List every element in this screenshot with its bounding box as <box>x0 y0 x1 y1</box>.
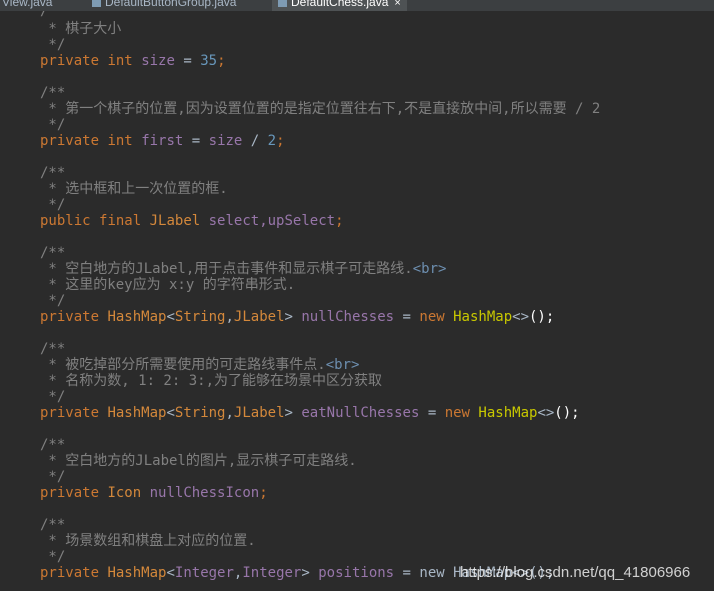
code-line: /** <box>40 85 66 101</box>
code-line: */ <box>40 389 66 405</box>
code-line: private HashMap<String,JLabel> nullChess… <box>40 309 555 325</box>
code-line: * 场景数组和棋盘上对应的位置. <box>40 533 256 549</box>
code-line: */ <box>40 469 66 485</box>
close-tab-icon[interactable]: × <box>394 0 400 9</box>
code-line: */ <box>40 197 66 213</box>
code-line: /** <box>40 165 66 181</box>
code-line: /** <box>40 11 66 19</box>
java-file-icon <box>278 0 287 7</box>
java-file-icon <box>92 0 101 7</box>
code-line: * 空白地方的JLabel,用于点击事件和显示棋子可走路线.<br> <box>40 261 447 277</box>
code-editor[interactable]: /** * 棋子大小 */ private int size = 35; /**… <box>0 11 714 591</box>
code-line: */ <box>40 293 66 309</box>
code-line: */ <box>40 549 66 565</box>
code-line: * 第一个棋子的位置,因为设置位置的是指定位置往右下,不是直接放中间,所以需要 … <box>40 101 601 117</box>
tab-view-java[interactable]: View.java <box>0 0 58 11</box>
code-line: private Icon nullChessIcon; <box>40 485 268 501</box>
code-line: * 这里的key应为 x:y 的字符串形式. <box>40 277 296 293</box>
tab-label: DefaultChess.java <box>291 0 389 9</box>
code-line: private HashMap<String,JLabel> eatNullCh… <box>40 405 580 421</box>
code-line: * 被吃掉部分所需要使用的可走路线事件点.<br> <box>40 357 360 373</box>
tab-label: View.java <box>2 0 53 9</box>
code-line: /** <box>40 245 66 261</box>
code-line: */ <box>40 117 66 133</box>
tab-default-chess[interactable]: DefaultChess.java × <box>272 0 407 11</box>
code-line: private int size = 35; <box>40 53 226 69</box>
editor-tab-bar: View.java DefaultButtonGroup.java Defaul… <box>0 0 714 11</box>
code-line: private int first = size / 2; <box>40 133 285 149</box>
code-line: */ <box>40 37 66 53</box>
code-line: /** <box>40 437 66 453</box>
code-line: /** <box>40 341 66 357</box>
code-line: * 空白地方的JLabel的图片,显示棋子可走路线. <box>40 453 357 469</box>
tab-default-button-group[interactable]: DefaultButtonGroup.java <box>86 0 242 11</box>
code-line: * 名称为数, 1: 2: 3:,为了能够在场景中区分获取 <box>40 373 383 389</box>
code-line: public final JLabel select,upSelect; <box>40 213 344 229</box>
code-line: /** <box>40 517 66 533</box>
watermark: https://blog.csdn.net/qq_41806966 <box>460 564 691 581</box>
tab-label: DefaultButtonGroup.java <box>105 0 237 9</box>
code-line: * 棋子大小 <box>40 21 122 37</box>
code-line: * 选中框和上一次位置的框. <box>40 181 228 197</box>
